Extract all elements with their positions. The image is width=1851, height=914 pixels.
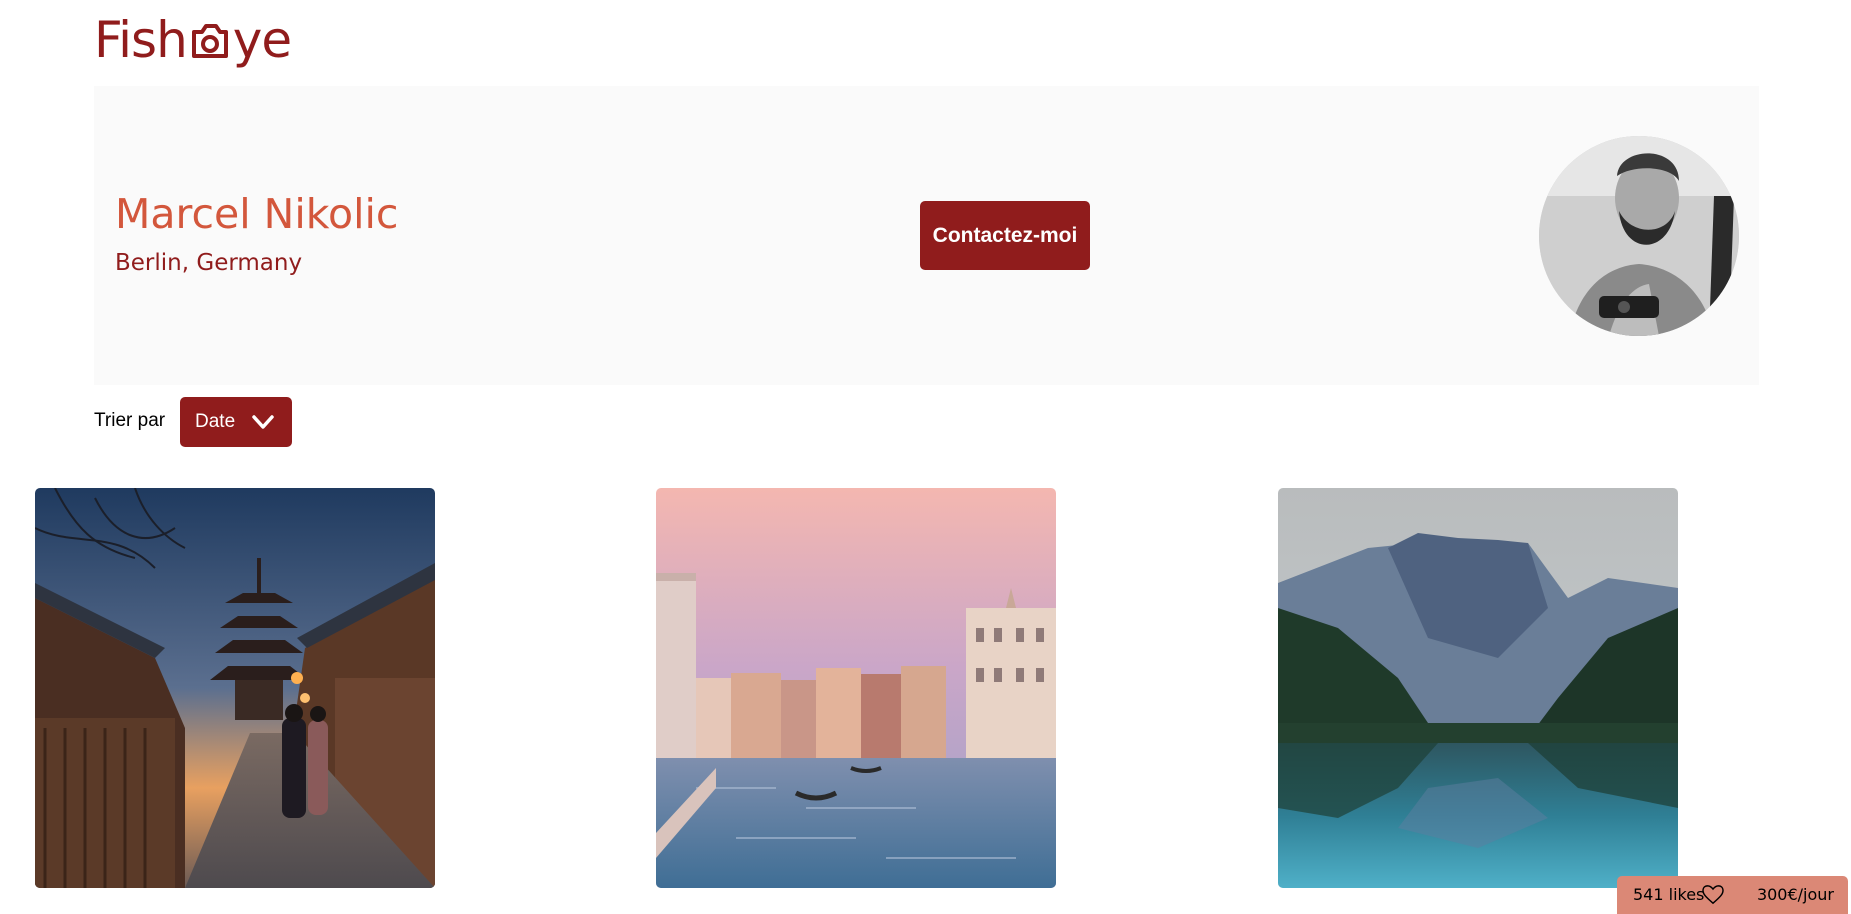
- likes-price-box: 541 likes 300€/jour: [1617, 876, 1848, 914]
- heart-icon: [1702, 885, 1724, 905]
- logo-link[interactable]: Fish ye: [94, 10, 292, 70]
- photographer-name: Marcel Nikolic: [115, 190, 399, 238]
- media-card[interactable]: [35, 488, 435, 888]
- daily-price: 300€/jour: [1756, 885, 1834, 904]
- sort-selected-value: Date: [195, 411, 236, 432]
- logo-text-end: ye: [232, 11, 292, 69]
- camera-icon: [191, 24, 228, 58]
- logo-text-start: Fish: [94, 11, 188, 69]
- photographer-avatar: [1539, 136, 1739, 336]
- photographer-location: Berlin, Germany: [115, 250, 303, 276]
- chevron-down-icon: [252, 415, 274, 429]
- media-image: [35, 488, 435, 888]
- media-image: [1278, 488, 1678, 888]
- contact-button[interactable]: Contactez-moi: [920, 201, 1090, 270]
- media-card[interactable]: [656, 488, 1056, 888]
- sort-dropdown[interactable]: Date: [180, 397, 292, 447]
- media-image: [656, 488, 1056, 888]
- media-card[interactable]: [1278, 488, 1678, 888]
- total-likes: 541 likes: [1633, 885, 1705, 904]
- sort-label: Trier par: [94, 410, 166, 431]
